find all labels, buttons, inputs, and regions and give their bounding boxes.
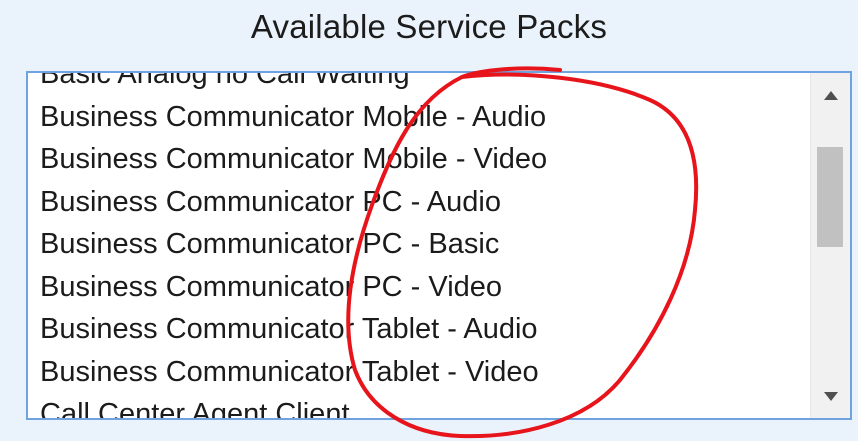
vertical-scrollbar[interactable]	[810, 73, 850, 418]
list-item[interactable]: Business Communicator Tablet - Audio	[40, 308, 806, 351]
list-item[interactable]: Call Center Agent Client	[40, 393, 806, 418]
list-item[interactable]: Business Communicator PC - Basic	[40, 223, 806, 266]
service-pack-items: Basic Analog no Call Waiting Business Co…	[40, 73, 806, 418]
service-packs-panel: Available Service Packs Basic Analog no …	[0, 0, 858, 441]
list-item[interactable]: Business Communicator Tablet - Video	[40, 351, 806, 394]
available-service-packs-listbox[interactable]: Basic Analog no Call Waiting Business Co…	[26, 71, 852, 420]
list-item[interactable]: Business Communicator Mobile - Audio	[40, 96, 806, 139]
list-item[interactable]: Business Communicator Mobile - Video	[40, 138, 806, 181]
list-item[interactable]: Business Communicator PC - Video	[40, 266, 806, 309]
list-item[interactable]: Basic Analog no Call Waiting	[40, 73, 806, 96]
list-item[interactable]: Business Communicator PC - Audio	[40, 181, 806, 224]
available-service-packs-title: Available Service Packs	[250, 8, 608, 45]
scroll-down-button[interactable]	[811, 378, 850, 414]
scroll-up-button[interactable]	[811, 77, 850, 113]
triangle-up-icon	[824, 90, 838, 100]
scrollbar-thumb[interactable]	[817, 147, 843, 247]
triangle-down-icon	[824, 391, 838, 401]
